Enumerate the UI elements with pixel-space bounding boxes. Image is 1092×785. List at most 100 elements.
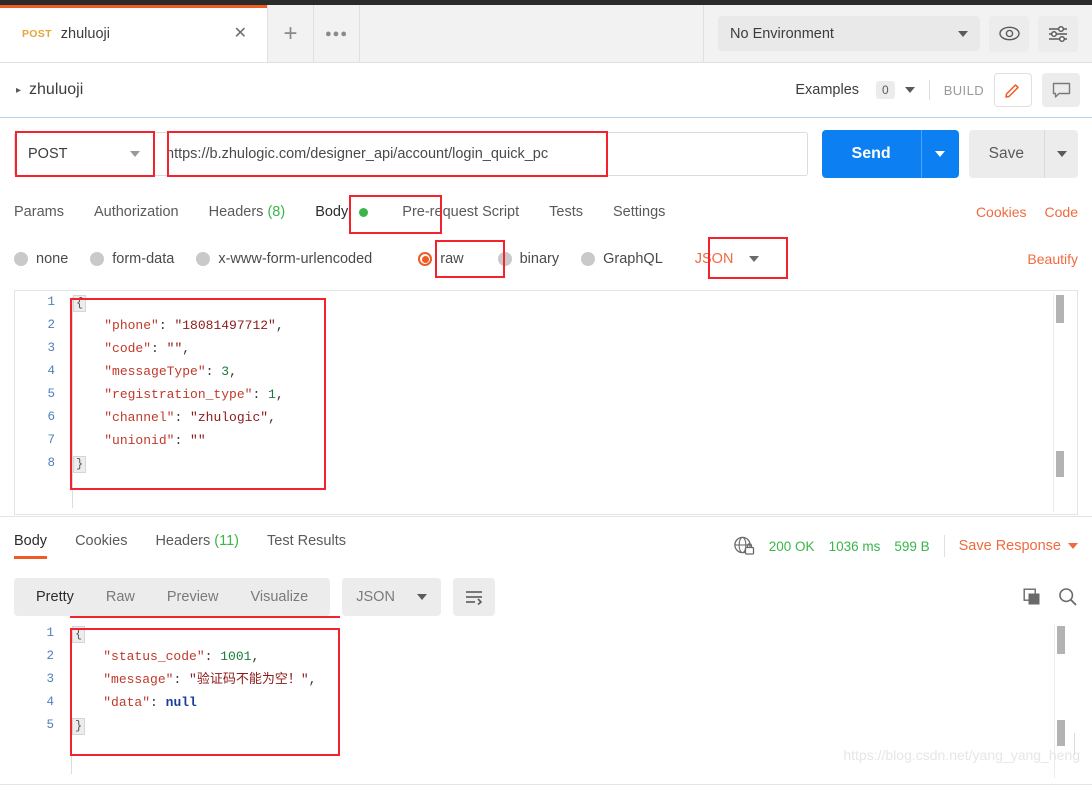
- scrollbar-thumb-bottom[interactable]: [1057, 720, 1065, 746]
- examples-dropdown[interactable]: Examples 0: [795, 81, 915, 99]
- tab-pre-request-script[interactable]: Pre-request Script: [402, 204, 519, 220]
- code-token: null: [165, 695, 197, 710]
- body-type-none[interactable]: none: [14, 251, 68, 267]
- search-icon[interactable]: [1058, 587, 1078, 607]
- code-token: :: [151, 341, 167, 356]
- body-type-raw[interactable]: raw: [418, 251, 464, 267]
- save-button-group: Save: [968, 130, 1078, 178]
- line-number: 8: [47, 456, 55, 470]
- code-token: ,: [251, 649, 260, 664]
- tab-authorization[interactable]: Authorization: [94, 204, 179, 220]
- word-wrap-icon: [465, 591, 482, 605]
- body-type-form-data[interactable]: form-data: [90, 251, 174, 267]
- view-mode-pretty[interactable]: Pretty: [20, 589, 90, 605]
- save-button[interactable]: Save: [968, 130, 1044, 178]
- copy-icon[interactable]: [1023, 588, 1042, 607]
- radio-icon: [90, 252, 105, 266]
- response-format-label: JSON: [356, 589, 395, 605]
- environment-area: No Environment: [703, 5, 1092, 62]
- body-type-urlencoded[interactable]: x-www-form-urlencoded: [196, 251, 372, 267]
- chevron-down-icon: [749, 256, 760, 262]
- tab-body[interactable]: Body: [315, 204, 369, 220]
- tab-headers[interactable]: Headers (8): [209, 204, 286, 220]
- code-link[interactable]: Code: [1045, 204, 1078, 220]
- body-type-graphql-label: GraphQL: [603, 251, 663, 267]
- send-options-button[interactable]: [920, 130, 959, 178]
- comments-button[interactable]: [1042, 73, 1080, 107]
- scrollbar-thumb-top[interactable]: [1056, 295, 1064, 323]
- request-config-tabs: Params Authorization Headers (8) Body Pr…: [0, 190, 1092, 234]
- code-token: :: [204, 649, 221, 664]
- request-body-code[interactable]: { "phone": "18081497712", "code": "", "m…: [73, 291, 1047, 475]
- body-type-none-label: none: [36, 251, 69, 267]
- url-input[interactable]: https://b.zhulogic.com/designer_api/acco…: [154, 132, 808, 176]
- response-view-bar: Pretty Raw Preview Visualize JSON: [14, 577, 1078, 617]
- eye-icon: [998, 26, 1020, 41]
- save-response-label: Save Response: [958, 538, 1061, 554]
- code-token: :: [173, 672, 190, 687]
- http-method-selector[interactable]: POST: [14, 132, 154, 176]
- save-options-button[interactable]: [1044, 130, 1078, 178]
- tab-tests[interactable]: Tests: [549, 204, 583, 220]
- tab-params[interactable]: Params: [14, 204, 64, 220]
- build-button[interactable]: BUILD: [944, 83, 984, 98]
- close-icon[interactable]: ✕: [230, 24, 251, 44]
- request-line-numbers: 1 2 3 4 5 6 7 8: [15, 291, 65, 514]
- radio-icon: [196, 252, 211, 266]
- save-response-button[interactable]: Save Response: [959, 538, 1078, 554]
- new-tab-button[interactable]: +: [268, 5, 314, 62]
- request-tab-zhuluoji[interactable]: POST zhuluoji ✕: [0, 5, 268, 62]
- code-token: "channel": [104, 410, 175, 425]
- response-tab-body[interactable]: Body: [14, 533, 48, 559]
- cookies-link[interactable]: Cookies: [976, 204, 1027, 220]
- code-token: "": [190, 433, 206, 448]
- beautify-link[interactable]: Beautify: [1027, 251, 1078, 267]
- code-token: 3: [221, 364, 230, 379]
- scrollbar-thumb-bottom[interactable]: [1056, 451, 1064, 477]
- code-token: ,: [275, 387, 284, 402]
- code-line: {: [72, 622, 1048, 645]
- word-wrap-button[interactable]: [452, 578, 495, 616]
- code-token: "": [166, 341, 183, 356]
- body-type-binary[interactable]: binary: [497, 251, 559, 267]
- code-token: :: [174, 433, 191, 448]
- view-mode-visualize[interactable]: Visualize: [234, 589, 324, 605]
- environment-settings-button[interactable]: [1038, 15, 1078, 52]
- view-mode-raw[interactable]: Raw: [90, 589, 151, 605]
- response-tab-headers[interactable]: Headers (11): [155, 533, 239, 559]
- request-editor-scrollbar[interactable]: [1053, 293, 1065, 512]
- response-body-code[interactable]: { "status_code": 1001, "message": "验证码不能…: [72, 622, 1048, 737]
- breadcrumb-label: zhuluoji: [29, 81, 84, 98]
- code-token: {: [72, 626, 86, 643]
- environment-quick-look-button[interactable]: [989, 15, 1029, 52]
- code-token: "phone": [104, 318, 159, 333]
- response-tab-cookies[interactable]: Cookies: [75, 533, 127, 559]
- tab-settings[interactable]: Settings: [613, 204, 665, 220]
- code-line: }: [73, 452, 1047, 475]
- response-tab-test-results[interactable]: Test Results: [267, 533, 346, 559]
- examples-count-badge: 0: [876, 81, 895, 99]
- http-method-label: POST: [28, 146, 68, 162]
- response-format-selector[interactable]: JSON: [342, 578, 441, 616]
- request-body-editor[interactable]: 1 2 3 4 5 6 7 8 { "phone": "18081497712", "code…: [14, 290, 1078, 515]
- breadcrumb-actions: Examples 0 BUILD: [795, 73, 1080, 107]
- line-number: 6: [47, 410, 55, 424]
- code-token: :: [252, 387, 269, 402]
- chevron-right-icon[interactable]: ▸: [16, 85, 21, 96]
- breadcrumb-bar: ▸ zhuluoji Examples 0 BUILD: [0, 63, 1092, 118]
- code-line: "status_code": 1001,: [72, 645, 1048, 668]
- send-button[interactable]: Send: [821, 130, 921, 178]
- tab-options-button[interactable]: ●●●: [314, 5, 360, 62]
- tab-method-label: POST: [22, 27, 52, 40]
- edit-request-button[interactable]: [994, 73, 1032, 107]
- scrollbar-thumb-top[interactable]: [1057, 626, 1065, 654]
- code-token: "message": [103, 672, 174, 687]
- radio-icon: [14, 252, 28, 266]
- chevron-down-icon: [1068, 543, 1078, 549]
- view-mode-preview[interactable]: Preview: [151, 589, 235, 605]
- raw-format-selector[interactable]: JSON: [695, 251, 760, 267]
- code-token: :: [158, 318, 175, 333]
- environment-selector[interactable]: No Environment: [718, 16, 980, 51]
- environment-label: No Environment: [730, 25, 834, 42]
- body-type-graphql[interactable]: GraphQL: [581, 251, 663, 267]
